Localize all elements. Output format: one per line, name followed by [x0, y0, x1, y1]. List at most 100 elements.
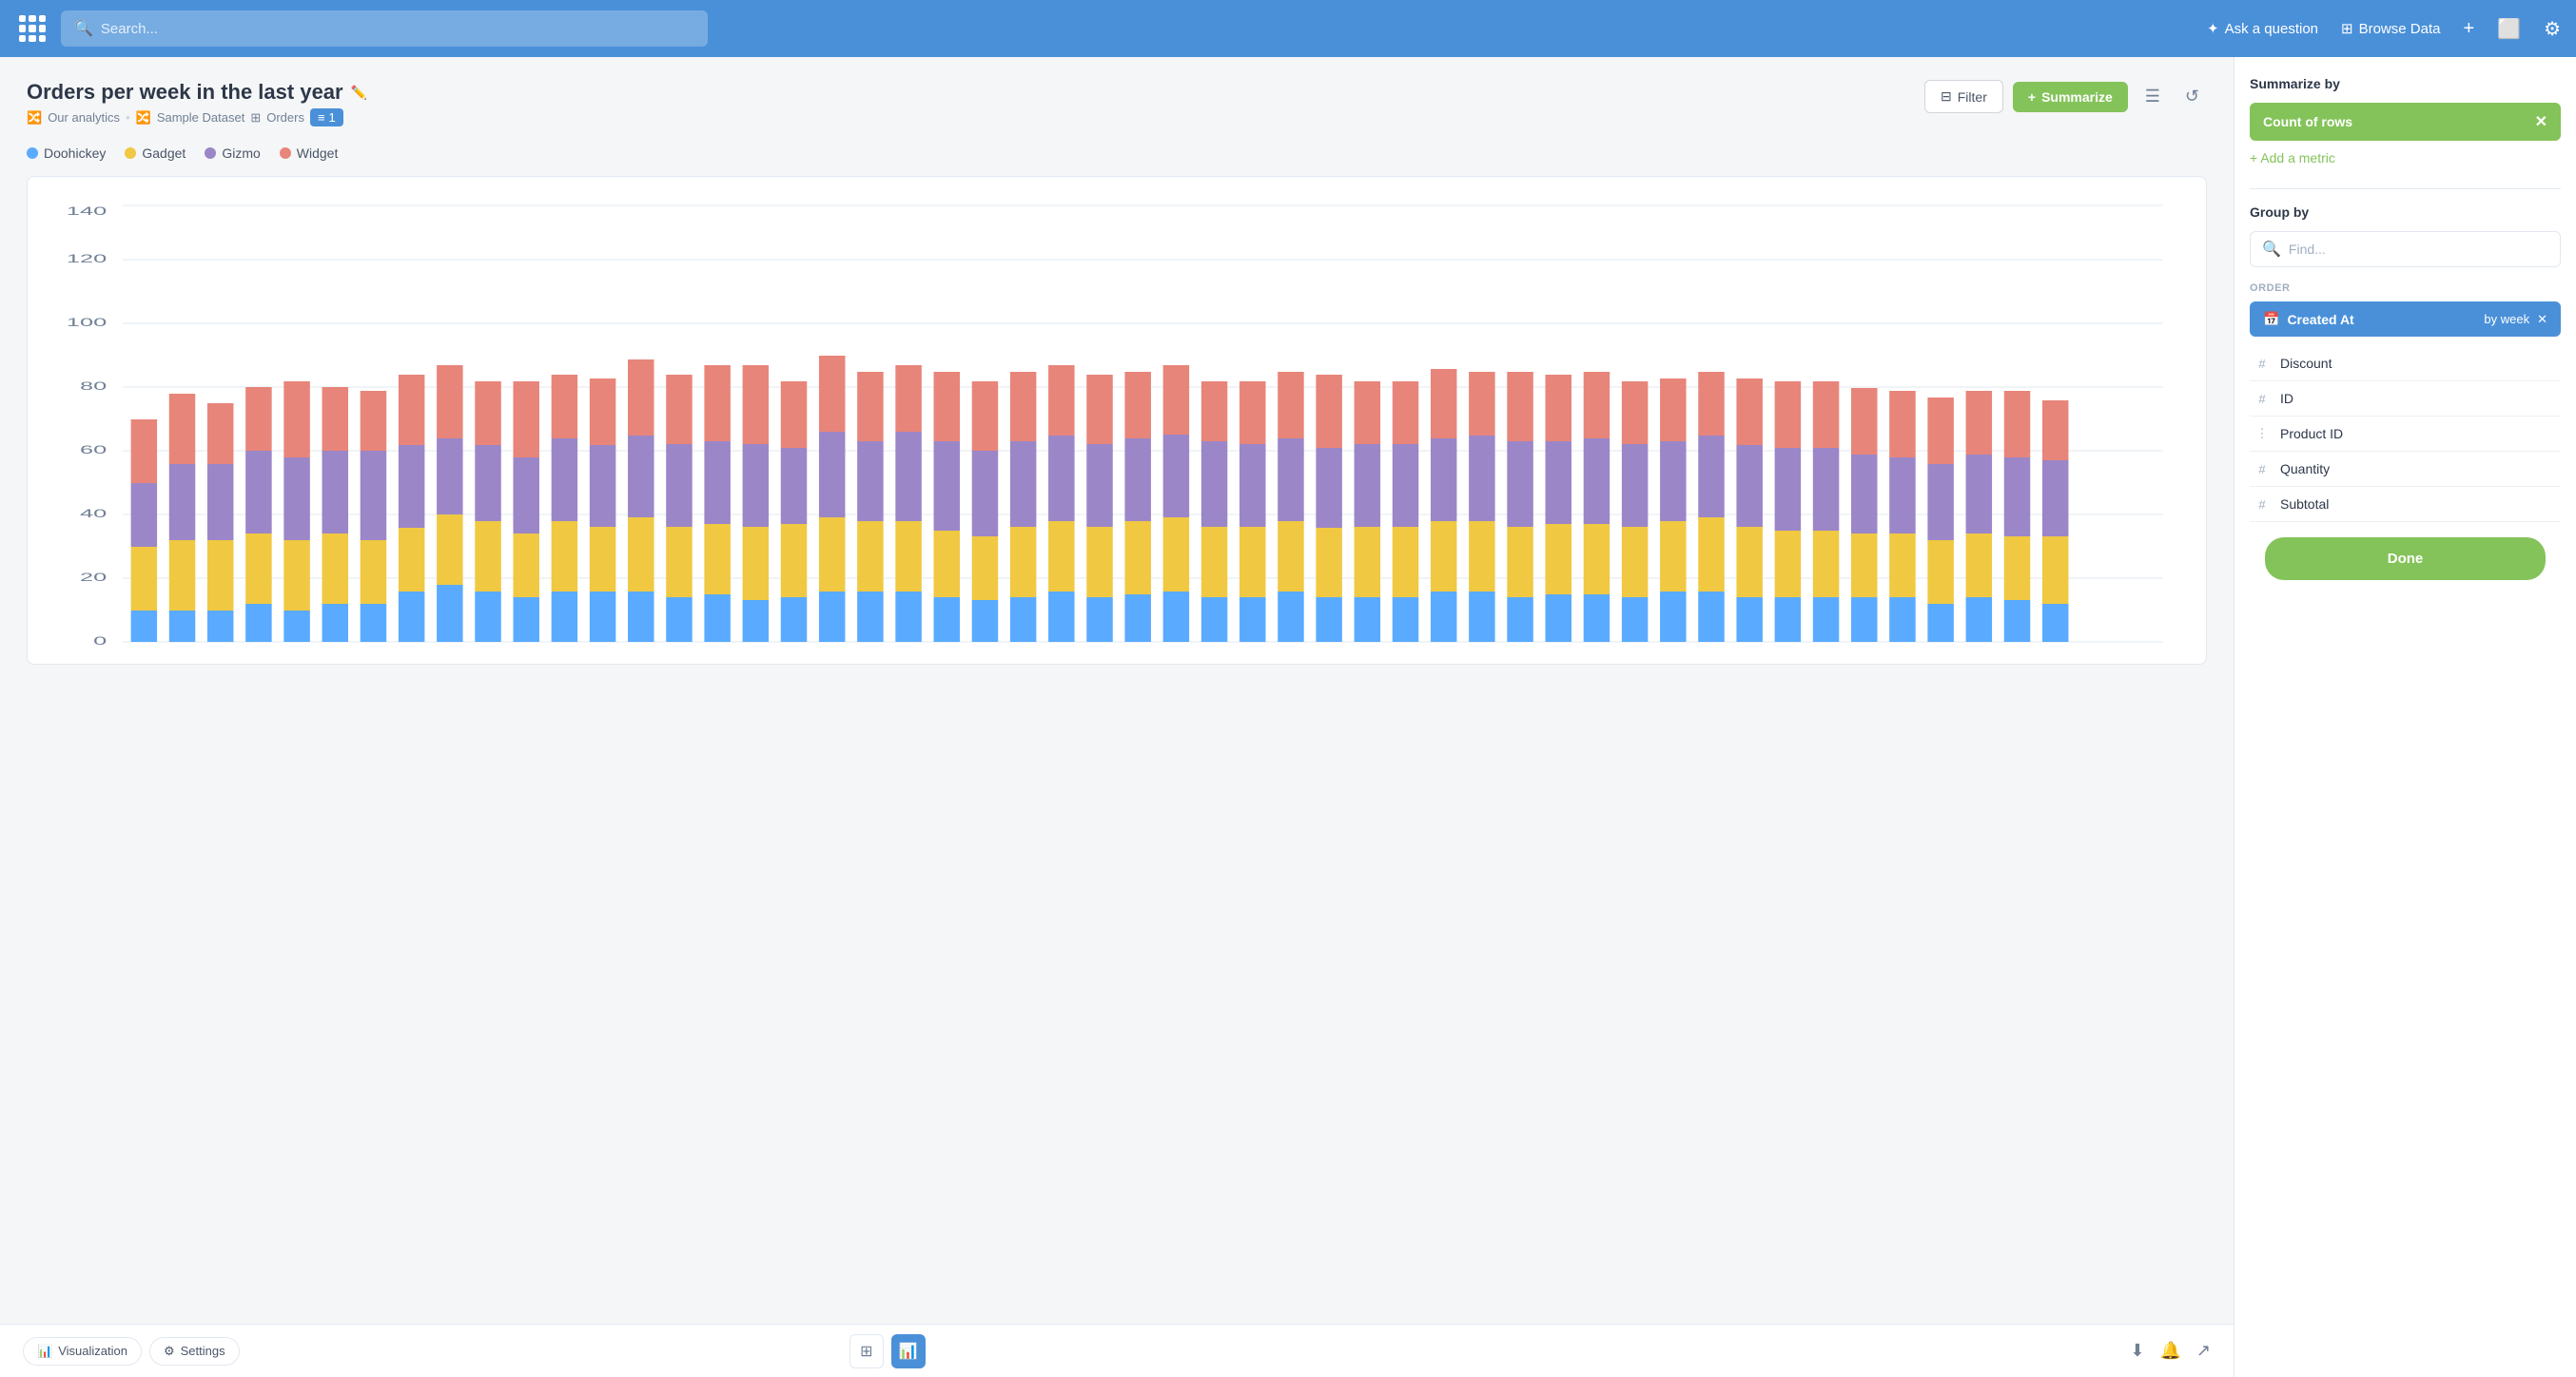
page-title-block: Orders per week in the last year ✏️ 🔀 Ou…	[27, 80, 367, 126]
created-at-label: Created At	[2287, 312, 2353, 327]
created-at-chip[interactable]: 📅 Created At by week ✕	[2250, 301, 2561, 337]
legend-gizmo: Gizmo	[205, 145, 260, 161]
count-of-rows-label: Count of rows	[2263, 114, 2352, 129]
order-label: ORDER	[2250, 282, 2561, 294]
breadcrumb-analytics-label[interactable]: Our analytics	[48, 110, 120, 125]
search-bar[interactable]: 🔍	[61, 10, 708, 47]
header-actions: ⊟ Filter + Summarize ☰ ↺	[1924, 80, 2207, 113]
svg-text:140: 140	[67, 205, 107, 218]
alert-icon[interactable]: 🔔	[2159, 1341, 2180, 1361]
filter-badge-count: 1	[329, 110, 336, 125]
breadcrumb-dataset-label[interactable]: Sample Dataset	[157, 110, 245, 125]
group-item-discount[interactable]: # Discount	[2250, 346, 2561, 381]
product-id-label: Product ID	[2280, 426, 2343, 441]
summarize-button[interactable]: + Summarize	[2013, 82, 2128, 112]
svg-text:120: 120	[67, 253, 107, 265]
search-input[interactable]	[101, 21, 694, 37]
gear-small-icon: ⚙	[164, 1344, 175, 1359]
breadcrumb-orders-label[interactable]: Orders	[266, 110, 304, 125]
filter-icon: ⊟	[1941, 88, 1952, 105]
group-item-subtotal[interactable]: # Subtotal	[2250, 487, 2561, 522]
product-id-icon: ⋮	[2254, 426, 2271, 441]
topnav-right: ✦ Ask a question ⊞ Browse Data + ⬜ ⚙	[2207, 17, 2561, 41]
settings-icon[interactable]: ⚙	[2544, 17, 2561, 41]
filter-button[interactable]: ⊟ Filter	[1924, 80, 2003, 113]
remove-count-icon[interactable]: ✕	[2535, 112, 2547, 131]
quantity-hash-icon: #	[2254, 462, 2271, 476]
chart-wrapper: 0 20 40 60 80 100 120 140	[27, 176, 2207, 665]
breadcrumb-dot-1: •	[126, 110, 130, 125]
count-of-rows-chip[interactable]: Count of rows ✕	[2250, 103, 2561, 141]
svg-text:20: 20	[80, 572, 107, 584]
id-label: ID	[2280, 391, 2293, 406]
bar-chart-icon: 📊	[37, 1344, 52, 1359]
legend-dot-gizmo	[205, 147, 216, 159]
subtotal-hash-icon: #	[2254, 497, 2271, 512]
group-search-input[interactable]	[2289, 242, 2548, 257]
ask-question-link[interactable]: ✦ Ask a question	[2207, 20, 2318, 37]
plus-icon: ✦	[2207, 20, 2219, 37]
toolbar-right: ⬇ 🔔 ↗	[2130, 1341, 2211, 1361]
settings-button[interactable]: ⚙ Settings	[149, 1337, 240, 1366]
search-icon: 🔍	[74, 19, 93, 38]
svg-text:60: 60	[80, 444, 107, 456]
legend-doohickey: Doohickey	[27, 145, 106, 161]
svg-text:80: 80	[80, 380, 107, 393]
remove-created-at-icon[interactable]: ✕	[2537, 312, 2547, 327]
subtotal-label: Subtotal	[2280, 496, 2329, 512]
toolbar-left: 📊 Visualization ⚙ Settings	[23, 1337, 240, 1366]
legend-dot-gadget	[125, 147, 136, 159]
app-logo[interactable]	[15, 11, 49, 46]
group-item-product-id[interactable]: ⋮ Product ID	[2250, 417, 2561, 452]
breadcrumb-orders-icon: ⊞	[250, 110, 261, 126]
download-icon[interactable]: ⬇	[2130, 1341, 2144, 1361]
grid-icon: ⊞	[2341, 20, 2353, 37]
chart-area: 0 20 40 60 80 100 120 140	[50, 196, 2183, 652]
edit-title-icon[interactable]: ✏️	[351, 85, 367, 101]
breadcrumb-analytics[interactable]: 🔀	[27, 110, 42, 126]
content-area: Orders per week in the last year ✏️ 🔀 Ou…	[0, 57, 2234, 1377]
discount-label: Discount	[2280, 356, 2332, 371]
summarize-by-title: Summarize by	[2250, 76, 2561, 91]
refresh-button[interactable]: ↺	[2177, 83, 2207, 110]
bottom-toolbar: 📊 Visualization ⚙ Settings ⊞ 📊 ⬇ 🔔 ↗	[0, 1324, 2234, 1377]
calendar-icon: 📅	[2263, 311, 2279, 327]
breadcrumb: 🔀 Our analytics • 🔀 Sample Dataset ⊞ Ord…	[27, 108, 367, 126]
discount-hash-icon: #	[2254, 357, 2271, 371]
legend-widget: Widget	[280, 145, 339, 161]
add-metric-button[interactable]: + Add a metric	[2250, 150, 2561, 165]
bar-chart-svg: 0 20 40 60 80 100 120 140	[50, 196, 2183, 652]
legend-gadget: Gadget	[125, 145, 185, 161]
id-hash-icon: #	[2254, 392, 2271, 406]
add-icon[interactable]: +	[2463, 18, 2474, 40]
legend-dot-doohickey	[27, 147, 38, 159]
share-icon[interactable]: ↗	[2196, 1341, 2211, 1361]
svg-text:100: 100	[67, 317, 107, 329]
quantity-label: Quantity	[2280, 461, 2330, 476]
divider-1	[2250, 188, 2561, 189]
by-week-label: by week	[2484, 312, 2529, 326]
summarize-plus-icon: +	[2028, 89, 2036, 105]
main-layout: Orders per week in the last year ✏️ 🔀 Ou…	[0, 57, 2576, 1377]
svg-text:40: 40	[80, 508, 107, 520]
filter-badge[interactable]: ≡ 1	[310, 108, 343, 126]
group-item-id[interactable]: # ID	[2250, 381, 2561, 417]
topnav: 🔍 ✦ Ask a question ⊞ Browse Data + ⬜ ⚙	[0, 0, 2576, 57]
group-by-title: Group by	[2250, 204, 2561, 220]
browse-data-link[interactable]: ⊞ Browse Data	[2341, 20, 2440, 37]
breadcrumb-dataset-icon: 🔀	[136, 110, 151, 126]
group-search[interactable]: 🔍	[2250, 231, 2561, 267]
bar-view-button[interactable]: 📊	[891, 1334, 926, 1368]
svg-text:0: 0	[93, 635, 107, 648]
legend-dot-widget	[280, 147, 291, 159]
right-panel: Summarize by Count of rows ✕ + Add a met…	[2234, 57, 2576, 1377]
page-header: Orders per week in the last year ✏️ 🔀 Ou…	[27, 80, 2207, 126]
group-item-quantity[interactable]: # Quantity	[2250, 452, 2561, 487]
visualization-button[interactable]: 📊 Visualization	[23, 1337, 142, 1366]
sort-button[interactable]: ☰	[2137, 83, 2168, 110]
chart-legend: Doohickey Gadget Gizmo Widget	[27, 145, 2207, 161]
save-icon[interactable]: ⬜	[2497, 17, 2521, 41]
toolbar-center: ⊞ 📊	[849, 1334, 926, 1368]
table-view-button[interactable]: ⊞	[849, 1334, 884, 1368]
done-button[interactable]: Done	[2265, 537, 2546, 580]
